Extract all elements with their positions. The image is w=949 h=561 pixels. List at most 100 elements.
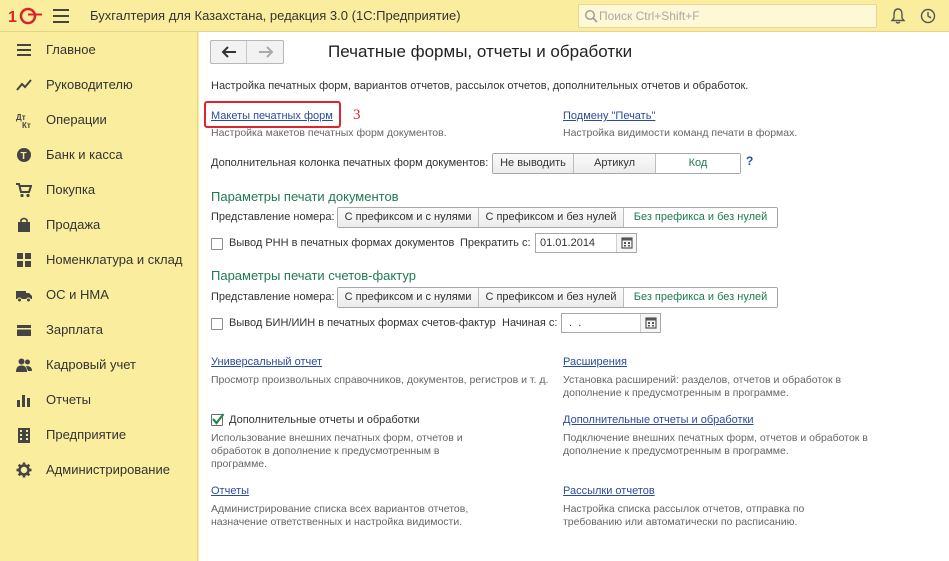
bell-icon[interactable]	[889, 7, 907, 25]
stop-date-field[interactable]: 01.01.2014	[535, 233, 637, 253]
doc-number-label: Представление номера:	[211, 211, 335, 223]
addl-reports-link-note: Подключение внешних печатных форм, отчет…	[563, 432, 868, 457]
sidebar-item-enterprise[interactable]: Предприятие	[0, 417, 198, 452]
gear-icon	[16, 462, 32, 478]
option-code[interactable]: Код	[656, 154, 740, 173]
addl-reports-checkbox-label: Дополнительные отчеты и обработки	[229, 414, 420, 426]
search-box[interactable]	[578, 4, 877, 28]
start-date-value: . .	[566, 317, 582, 329]
doc-print-section-title: Параметры печати документов	[211, 189, 399, 204]
sidebar-item-label: ОС и НМА	[46, 287, 109, 302]
option-none[interactable]: Не выводить	[493, 154, 574, 173]
sidebar-item-label: Зарплата	[46, 322, 103, 337]
extra-column-label: Дополнительная колонка печатных форм док…	[211, 157, 489, 169]
universal-report-note: Просмотр произвольных справочников, доку…	[211, 374, 549, 386]
extra-column-selector: Не выводить Артикул Код	[492, 153, 741, 174]
search-icon	[584, 9, 598, 23]
doc-number-selector: С префиксом и с нулями С префиксом и без…	[337, 207, 778, 228]
sidebar-item-purchase[interactable]: Покупка	[0, 172, 198, 207]
help-icon[interactable]: ?	[746, 154, 753, 168]
sidebar-item-label: Номенклатура и склад	[46, 252, 183, 267]
option-no-prefix-no-zeros[interactable]: Без префикса и без нулей	[624, 288, 777, 307]
start-date-label: Начиная с:	[502, 317, 558, 329]
svg-text:1: 1	[8, 9, 17, 25]
search-input[interactable]	[599, 7, 869, 25]
bin-checkbox-label: Вывод БИН/ИИН в печатных формах счетов-ф…	[229, 317, 496, 329]
main-content: Печатные формы, отчеты и обработки Настр…	[199, 32, 949, 561]
sidebar-item-label: Предприятие	[46, 427, 127, 442]
back-button[interactable]	[211, 41, 247, 63]
addl-reports-link[interactable]: Дополнительные отчеты и обработки	[563, 414, 754, 426]
option-prefix-no-zeros[interactable]: С префиксом и без нулей	[479, 288, 624, 307]
page-title: Печатные формы, отчеты и обработки	[328, 42, 633, 61]
sidebar-item-salary[interactable]: Зарплата	[0, 312, 198, 347]
trend-chart-icon	[16, 79, 32, 91]
option-prefix-zeros[interactable]: С префиксом и с нулями	[338, 288, 479, 307]
sidebar-item-fixed-assets[interactable]: ОС и НМА	[0, 277, 198, 312]
sidebar-item-label: Банк и касса	[46, 147, 123, 162]
sidebar-item-manager[interactable]: Руководителю	[0, 67, 198, 102]
arrow-right-icon	[259, 46, 274, 58]
option-no-prefix-no-zeros[interactable]: Без префикса и без нулей	[624, 208, 777, 227]
invoice-print-section-title: Параметры печати счетов-фактур	[211, 268, 416, 283]
sidebar-item-label: Главное	[46, 42, 96, 57]
invoice-number-selector: С префиксом и с нулями С префиксом и без…	[337, 287, 778, 308]
print-layouts-note: Настройка макетов печатных форм документ…	[211, 127, 447, 139]
extensions-note: Установка расширений: разделов, отчетов …	[563, 374, 842, 399]
checkmark-icon	[212, 413, 225, 425]
sidebar-item-admin[interactable]: Администрирование	[0, 452, 198, 487]
people-icon	[16, 358, 32, 372]
svg-text:T: T	[21, 151, 27, 162]
stop-date-label: Прекратить с:	[460, 237, 531, 249]
option-prefix-no-zeros[interactable]: С префиксом и без нулей	[479, 208, 624, 227]
addl-reports-checkbox[interactable]	[211, 413, 225, 426]
rnn-checkbox-label: Вывод РНН в печатных формах документов	[229, 237, 455, 249]
truck-icon	[16, 291, 32, 303]
mailings-note: Настройка списка рассылок отчетов, отпра…	[563, 503, 805, 528]
forward-button[interactable]	[248, 41, 284, 63]
bar-chart-icon	[17, 395, 30, 407]
sidebar-item-label: Администрирование	[46, 462, 170, 477]
option-article[interactable]: Артикул	[574, 154, 656, 173]
sidebar-item-bank[interactable]: T Банк и касса	[0, 137, 198, 172]
sidebar-item-sales[interactable]: Продажа	[0, 207, 198, 242]
grid-icon	[17, 253, 31, 267]
print-layouts-link[interactable]: Макеты печатных форм	[211, 110, 333, 122]
print-replace-link[interactable]: Подмену "Печать"	[563, 110, 655, 122]
universal-report-link[interactable]: Универсальный отчет	[211, 356, 322, 368]
mailings-link[interactable]: Рассылки отчетов	[563, 485, 655, 497]
calendar-button[interactable]	[640, 314, 660, 332]
print-replace-note: Настройка видимости команд печати в форм…	[563, 127, 798, 139]
history-icon[interactable]	[919, 7, 937, 25]
bin-checkbox[interactable]	[211, 318, 223, 330]
main-menu-icon[interactable]	[53, 9, 69, 23]
bag-icon	[18, 217, 30, 232]
addl-reports-checkbox-note: Использование внешних печатных форм, отч…	[211, 432, 463, 470]
sidebar-item-label: Покупка	[46, 182, 96, 197]
reports-link[interactable]: Отчеты	[211, 485, 249, 497]
start-date-field[interactable]: . .	[561, 313, 661, 333]
calendar-button[interactable]	[616, 234, 636, 252]
sidebar-item-operations[interactable]: Дт Кт Операции	[0, 102, 198, 137]
option-prefix-zeros[interactable]: С префиксом и с нулями	[338, 208, 479, 227]
sidebar-item-label: Продажа	[46, 217, 101, 232]
app-title: Бухгалтерия для Казахстана, редакция 3.0…	[90, 8, 461, 23]
cart-icon	[16, 183, 32, 198]
sidebar-item-label: Операции	[46, 112, 107, 127]
page-description: Настройка печатных форм, вариантов отчет…	[211, 80, 749, 92]
extensions-link[interactable]: Расширения	[563, 356, 627, 368]
sidebar-item-hr[interactable]: Кадровый учет	[0, 347, 198, 382]
sidebar-item-nomenclature[interactable]: Номенклатура и склад	[0, 242, 198, 277]
reports-note: Администрирование списка всех вариантов …	[211, 503, 469, 528]
annotation-number: 3	[353, 107, 361, 123]
sidebar-item-label: Кадровый учет	[46, 357, 136, 372]
sidebar-item-reports[interactable]: Отчеты	[0, 382, 198, 417]
wallet-icon	[17, 325, 31, 336]
sidebar-item-main[interactable]: Главное	[0, 32, 198, 67]
arrow-left-icon	[221, 46, 236, 58]
building-icon	[18, 428, 30, 443]
stop-date-value: 01.01.2014	[540, 237, 596, 249]
sidebar-item-label: Руководителю	[46, 77, 133, 92]
menu-lines-icon	[17, 44, 31, 56]
rnn-checkbox[interactable]	[211, 238, 223, 250]
